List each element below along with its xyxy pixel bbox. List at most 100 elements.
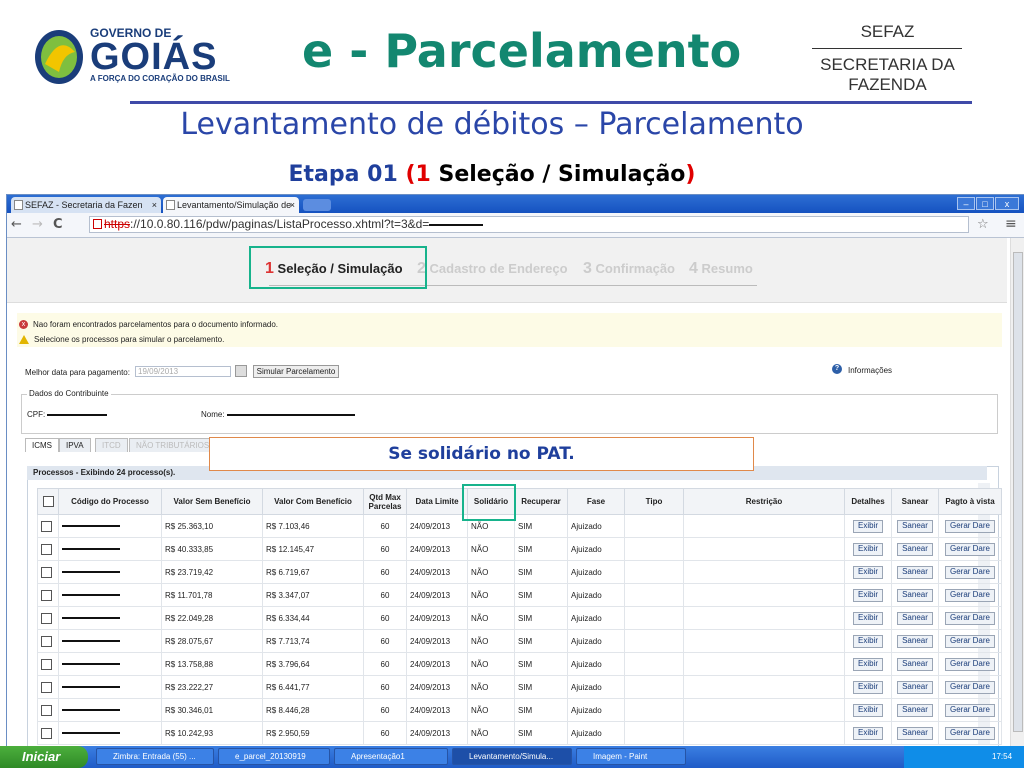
new-tab-button[interactable]: [303, 199, 331, 211]
tab-nao-tributarios[interactable]: NÃO TRIBUTÁRIOS: [129, 438, 217, 452]
payment-date-input[interactable]: 19/09/2013: [135, 366, 231, 377]
valor-sem-cell: R$ 13.758,88: [161, 652, 263, 676]
sanear-button[interactable]: Sanear: [897, 703, 933, 717]
taskbar-item-zimbra[interactable]: Zimbra: Entrada (55) ...: [96, 748, 214, 765]
start-button[interactable]: Iniciar: [0, 746, 88, 768]
taskbar-item-browser[interactable]: Levantamento/Simula...: [452, 748, 572, 765]
row-checkbox-cell[interactable]: [37, 698, 59, 722]
exibir-button[interactable]: Exibir: [852, 726, 883, 740]
row-checkbox-cell[interactable]: [37, 721, 59, 745]
table-row: R$ 40.333,85 R$ 12.145,47 60 24/09/2013 NÃO S…: [37, 537, 1002, 561]
bookmark-star-icon[interactable]: ☆: [977, 217, 989, 232]
gerar-dare-button[interactable]: Gerar Dare: [944, 680, 995, 694]
browser-tab-levantamento[interactable]: Levantamento/Simulação de ×: [163, 197, 299, 213]
exibir-button[interactable]: Exibir: [852, 565, 883, 579]
sanear-button[interactable]: Sanear: [897, 680, 933, 694]
sanear-button[interactable]: Sanear: [897, 542, 933, 556]
tab-ipva[interactable]: IPVA: [59, 438, 91, 452]
taskbar-item-powerpoint[interactable]: Apresentação1: [334, 748, 448, 765]
menu-icon[interactable]: ≡: [1005, 216, 1017, 232]
exibir-button[interactable]: Exibir: [852, 588, 883, 602]
scrollbar-thumb[interactable]: [1013, 252, 1023, 732]
row-checkbox-cell[interactable]: [37, 560, 59, 584]
page-scrollbar[interactable]: [1010, 238, 1024, 747]
col-qtd-max: Qtd Max Parcelas: [363, 488, 407, 515]
tipo-cell: [624, 583, 684, 607]
close-tab-icon[interactable]: ×: [152, 197, 157, 213]
back-icon[interactable]: ←: [11, 217, 22, 232]
browser-window: SEFAZ - Secretaria da Fazen × Levantamen…: [6, 194, 1024, 748]
exibir-button[interactable]: Exibir: [852, 703, 883, 717]
gerar-dare-button[interactable]: Gerar Dare: [944, 657, 995, 671]
exibir-button[interactable]: Exibir: [852, 657, 883, 671]
taskbar-item-excel[interactable]: e_parcel_20130919: [218, 748, 330, 765]
fase-cell: Ajuizado: [567, 652, 625, 676]
gerar-dare-button[interactable]: Gerar Dare: [944, 703, 995, 717]
tab-itcd[interactable]: ITCD: [95, 438, 128, 452]
row-checkbox[interactable]: [41, 681, 52, 693]
sanear-button[interactable]: Sanear: [897, 565, 933, 579]
select-all-checkbox[interactable]: [42, 496, 54, 507]
browser-tab-sefaz[interactable]: SEFAZ - Secretaria da Fazen ×: [11, 197, 161, 213]
row-checkbox-cell[interactable]: [37, 629, 59, 653]
row-checkbox-cell[interactable]: [37, 652, 59, 676]
recuperar-cell: SIM: [514, 721, 568, 745]
gerar-dare-button[interactable]: Gerar Dare: [944, 634, 995, 648]
row-checkbox[interactable]: [41, 566, 52, 578]
row-checkbox[interactable]: [41, 520, 52, 532]
row-checkbox[interactable]: [41, 727, 52, 739]
sanear-button[interactable]: Sanear: [897, 657, 933, 671]
info-link[interactable]: Informações: [848, 366, 892, 375]
maximize-icon[interactable]: □: [976, 197, 994, 210]
minimize-icon[interactable]: –: [957, 197, 975, 210]
row-checkbox-cell[interactable]: [37, 514, 59, 538]
exibir-button[interactable]: Exibir: [852, 680, 883, 694]
col-tipo: Tipo: [624, 488, 684, 515]
exibir-button[interactable]: Exibir: [852, 519, 883, 533]
row-checkbox[interactable]: [41, 658, 52, 670]
recuperar-cell: SIM: [514, 629, 568, 653]
pagto-vista-cell: Gerar Dare: [938, 675, 1002, 699]
row-checkbox[interactable]: [41, 704, 52, 716]
info-icon[interactable]: ?: [832, 364, 842, 374]
reload-icon[interactable]: C: [53, 217, 63, 232]
gerar-dare-button[interactable]: Gerar Dare: [944, 565, 995, 579]
row-checkbox[interactable]: [41, 635, 52, 647]
sanear-button[interactable]: Sanear: [897, 588, 933, 602]
sanear-button[interactable]: Sanear: [897, 519, 933, 533]
exibir-button[interactable]: Exibir: [852, 542, 883, 556]
qtd-max-cell: 60: [363, 606, 407, 630]
data-limite-cell: 24/09/2013: [406, 629, 468, 653]
gerar-dare-button[interactable]: Gerar Dare: [944, 611, 995, 625]
data-limite-cell: 24/09/2013: [406, 652, 468, 676]
gerar-dare-button[interactable]: Gerar Dare: [944, 542, 995, 556]
sanear-button[interactable]: Sanear: [897, 726, 933, 740]
simulate-button[interactable]: Simular Parcelamento: [253, 365, 339, 378]
exibir-button[interactable]: Exibir: [852, 611, 883, 625]
detalhes-cell: Exibir: [844, 721, 892, 745]
gerar-dare-button[interactable]: Gerar Dare: [944, 726, 995, 740]
calendar-icon[interactable]: [235, 365, 247, 377]
restricao-cell: [683, 675, 845, 699]
restricao-cell: [683, 583, 845, 607]
select-all-header[interactable]: [37, 488, 59, 515]
row-checkbox-cell[interactable]: [37, 675, 59, 699]
exibir-button[interactable]: Exibir: [852, 634, 883, 648]
gerar-dare-button[interactable]: Gerar Dare: [944, 519, 995, 533]
tab-icms[interactable]: ICMS: [25, 438, 59, 452]
taskbar-item-paint[interactable]: Imagem - Paint: [576, 748, 686, 765]
row-checkbox-cell[interactable]: [37, 606, 59, 630]
sanear-button[interactable]: Sanear: [897, 611, 933, 625]
row-checkbox[interactable]: [41, 612, 52, 624]
row-checkbox-cell[interactable]: [37, 583, 59, 607]
sanear-button[interactable]: Sanear: [897, 634, 933, 648]
row-checkbox[interactable]: [41, 543, 52, 555]
close-tab-icon[interactable]: ×: [290, 197, 295, 213]
url-input[interactable]: https://10.0.80.116/pdw/paginas/ListaPro…: [89, 216, 969, 233]
close-window-icon[interactable]: x: [995, 197, 1019, 210]
forward-icon[interactable]: →: [32, 217, 43, 232]
row-checkbox[interactable]: [41, 589, 52, 601]
row-checkbox-cell[interactable]: [37, 537, 59, 561]
table-row: R$ 22.049,28 R$ 6.334,44 60 24/09/2013 NÃO SI…: [37, 606, 1002, 630]
gerar-dare-button[interactable]: Gerar Dare: [944, 588, 995, 602]
